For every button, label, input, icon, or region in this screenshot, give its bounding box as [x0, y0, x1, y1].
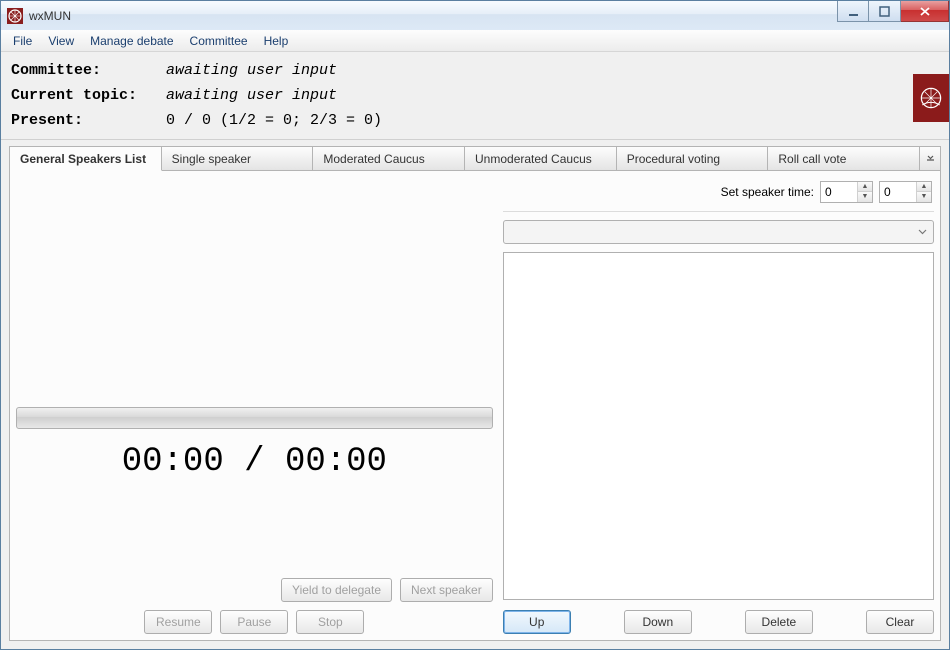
chevron-down-icon: [918, 229, 927, 235]
app-icon: [7, 8, 23, 24]
tab-general-speakers-list[interactable]: General Speakers List: [10, 147, 162, 171]
topic-value: awaiting user input: [166, 87, 337, 104]
committee-label: Committee:: [11, 62, 166, 79]
tab-label: Unmoderated Caucus: [475, 152, 592, 166]
chevron-down-icon[interactable]: ▼: [917, 192, 931, 202]
window-title: wxMUN: [29, 9, 71, 23]
menu-help[interactable]: Help: [256, 32, 297, 50]
chevron-up-icon[interactable]: ▲: [917, 182, 931, 192]
clear-button[interactable]: Clear: [866, 610, 934, 634]
present-label: Present:: [11, 112, 166, 129]
tab-label: Single speaker: [172, 152, 251, 166]
speaker-time-min[interactable]: ▲▼: [820, 181, 873, 203]
speakers-listbox[interactable]: [503, 252, 934, 600]
speakers-panel: Set speaker time: ▲▼ ▲▼ Up: [503, 177, 934, 634]
down-button[interactable]: Down: [624, 610, 692, 634]
tab-single-speaker[interactable]: Single speaker: [162, 147, 314, 170]
yield-button[interactable]: Yield to delegate: [281, 578, 392, 602]
tab-label: Moderated Caucus: [323, 152, 424, 166]
menu-committee[interactable]: Committee: [182, 32, 256, 50]
speaker-time-min-input[interactable]: [821, 182, 857, 202]
separator: [503, 211, 934, 212]
up-button[interactable]: Up: [503, 610, 571, 634]
committee-info: Committee: awaiting user input Current t…: [9, 52, 941, 135]
chevron-down-icon[interactable]: ▼: [858, 192, 872, 202]
titlebar: wxMUN: [0, 0, 950, 30]
timer-progress: [16, 407, 493, 429]
menu-file[interactable]: File: [5, 32, 40, 50]
tab-roll-call-vote[interactable]: Roll call vote: [768, 147, 920, 170]
country-dropdown[interactable]: [503, 220, 934, 244]
speaker-time-sec[interactable]: ▲▼: [879, 181, 932, 203]
tab-moderated-caucus[interactable]: Moderated Caucus: [313, 147, 465, 170]
tab-unmoderated-caucus[interactable]: Unmoderated Caucus: [465, 147, 617, 170]
close-button[interactable]: [901, 1, 949, 22]
stop-button[interactable]: Stop: [296, 610, 364, 634]
chevron-down-icon: [926, 154, 935, 163]
tab-strip: General Speakers List Single speaker Mod…: [10, 147, 940, 171]
timer-panel: 00:00 / 00:00 Yield to delegate Next spe…: [16, 177, 493, 634]
separator: [1, 139, 949, 140]
speaker-time-sec-input[interactable]: [880, 182, 916, 202]
next-speaker-button[interactable]: Next speaker: [400, 578, 493, 602]
topic-label: Current topic:: [11, 87, 166, 104]
menubar: File View Manage debate Committee Help: [1, 30, 949, 52]
resume-button[interactable]: Resume: [144, 610, 212, 634]
minimize-button[interactable]: [837, 1, 869, 22]
timer-display: 00:00 / 00:00: [16, 443, 493, 481]
tab-overflow-button[interactable]: [920, 147, 940, 170]
committee-value: awaiting user input: [166, 62, 337, 79]
tab-label: General Speakers List: [20, 152, 146, 166]
un-logo: [913, 74, 949, 122]
tab-container: General Speakers List Single speaker Mod…: [9, 146, 941, 641]
delete-button[interactable]: Delete: [745, 610, 813, 634]
maximize-button[interactable]: [869, 1, 901, 22]
tab-label: Roll call vote: [778, 152, 846, 166]
set-speaker-time-label: Set speaker time:: [721, 185, 814, 199]
tab-label: Procedural voting: [627, 152, 720, 166]
window-body: File View Manage debate Committee Help C…: [0, 30, 950, 650]
menu-manage-debate[interactable]: Manage debate: [82, 32, 181, 50]
pause-button[interactable]: Pause: [220, 610, 288, 634]
chevron-up-icon[interactable]: ▲: [858, 182, 872, 192]
menu-view[interactable]: View: [40, 32, 82, 50]
tab-body: 00:00 / 00:00 Yield to delegate Next spe…: [10, 171, 940, 640]
tab-procedural-voting[interactable]: Procedural voting: [617, 147, 769, 170]
present-value: 0 / 0 (1/2 = 0; 2/3 = 0): [166, 112, 382, 129]
window-controls: [837, 1, 949, 22]
